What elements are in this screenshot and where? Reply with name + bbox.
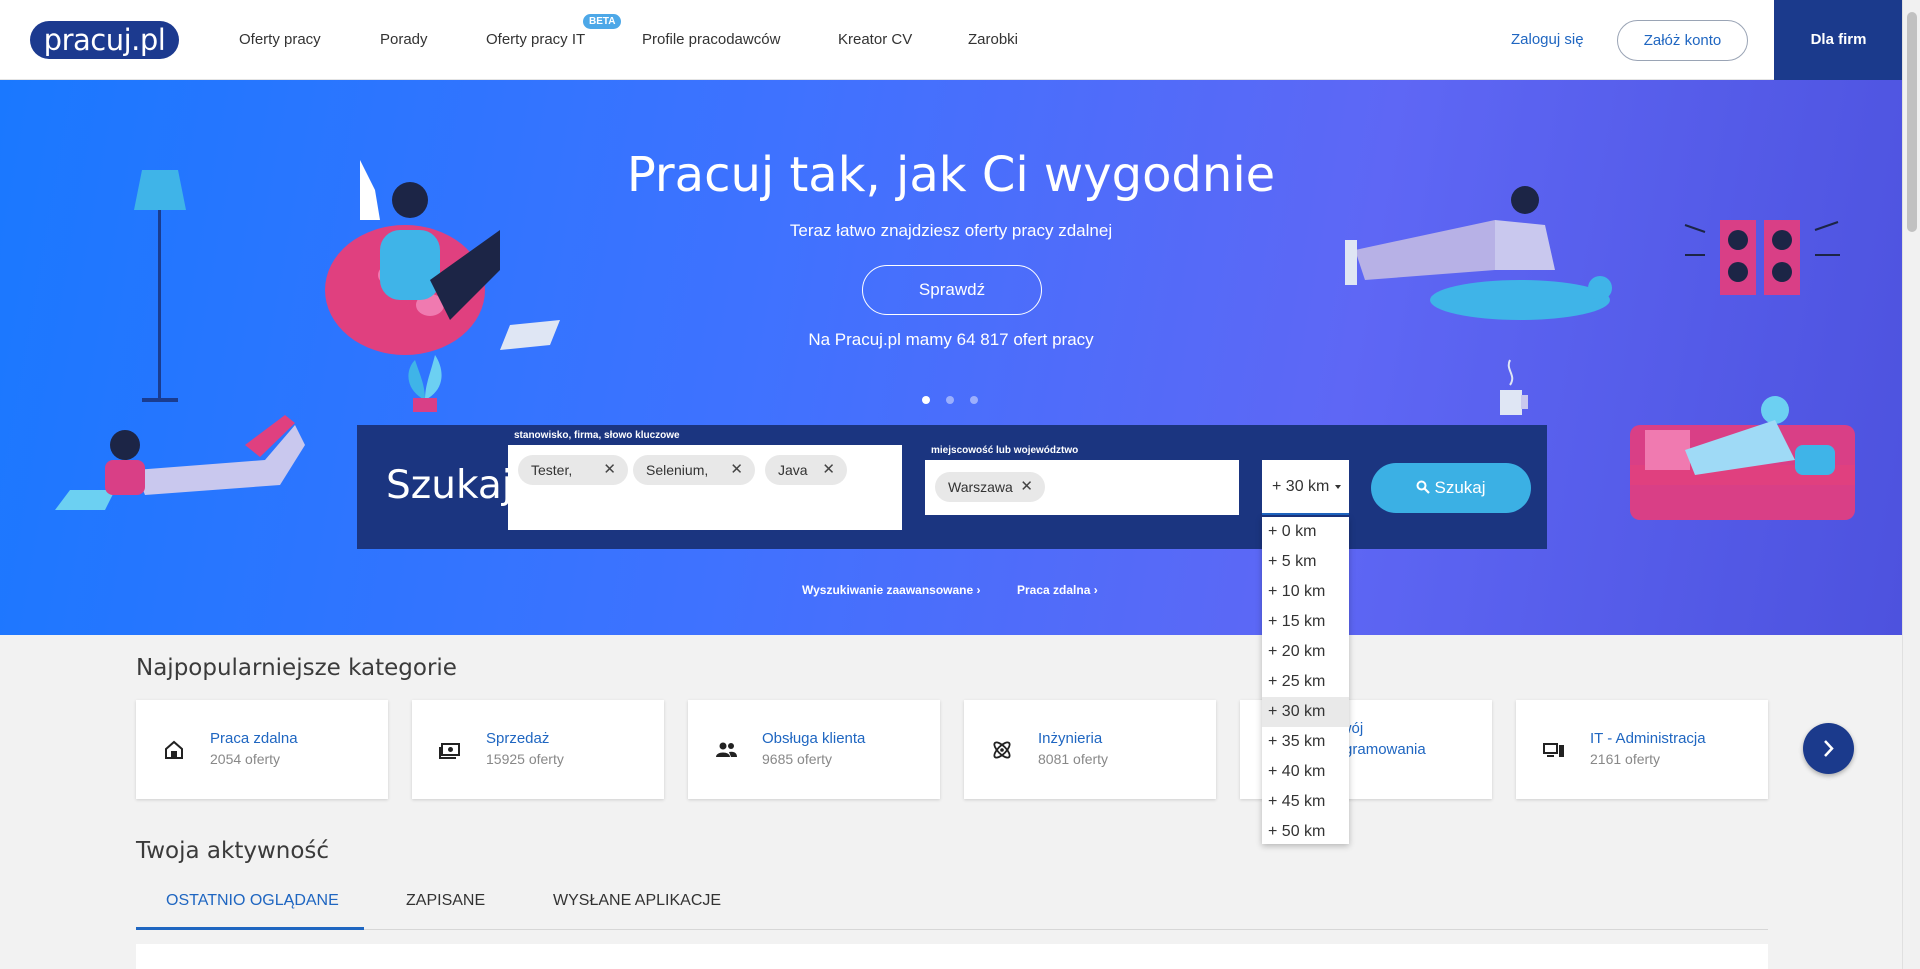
- scrollbar-thumb[interactable]: [1907, 12, 1917, 232]
- distance-option[interactable]: + 20 km: [1262, 637, 1349, 667]
- distance-option[interactable]: + 25 km: [1262, 667, 1349, 697]
- categories-next-button[interactable]: [1803, 723, 1854, 774]
- category-card[interactable]: Inżynieria 8081 oferty: [964, 700, 1216, 799]
- chip-label: Selenium,: [646, 462, 709, 478]
- location-input[interactable]: Warszawa ✕: [925, 460, 1239, 515]
- chevron-down-icon: [1335, 485, 1341, 489]
- category-name: Praca zdalna: [210, 730, 298, 747]
- home-work-icon: [165, 740, 183, 759]
- chip-label: Tester,: [531, 462, 573, 478]
- distance-dropdown: + 0 km + 5 km + 10 km + 15 km + 20 km + …: [1262, 517, 1349, 844]
- category-name: IT - Administracja: [1590, 730, 1706, 747]
- category-count: 2054 oferty: [210, 751, 281, 767]
- search-icon: [1416, 480, 1431, 494]
- remove-chip-icon[interactable]: ✕: [822, 455, 835, 485]
- distance-select[interactable]: + 30 km: [1262, 460, 1349, 515]
- money-icon: [439, 743, 460, 759]
- search-button[interactable]: Szukaj: [1371, 463, 1531, 513]
- chip-label: Warszawa: [948, 479, 1013, 495]
- category-count: 2161 oferty: [1590, 751, 1661, 767]
- tab-sent-applications[interactable]: WYSŁANE APLIKACJE: [553, 892, 721, 910]
- activity-title: Twoja aktywność: [136, 838, 330, 864]
- distance-option[interactable]: + 35 km: [1262, 727, 1349, 757]
- carousel-dot-3[interactable]: [970, 396, 978, 404]
- distance-option[interactable]: + 0 km: [1262, 517, 1349, 547]
- atom-icon: [993, 741, 1011, 759]
- people-icon: [716, 742, 737, 757]
- computer-icon: [1543, 743, 1564, 757]
- keyword-label: stanowisko, firma, słowo kluczowe: [514, 430, 680, 441]
- distance-option[interactable]: + 10 km: [1262, 577, 1349, 607]
- nav-oferty-pracy[interactable]: Oferty pracy: [239, 31, 321, 48]
- keyword-chip: Tester, ✕: [518, 455, 628, 485]
- category-count: 8081 oferty: [1038, 751, 1109, 767]
- chip-label: Java: [778, 462, 808, 478]
- category-count: 15925 oferty: [486, 751, 564, 767]
- remove-chip-icon[interactable]: ✕: [730, 455, 743, 485]
- category-count: 9685 oferty: [762, 751, 833, 767]
- search-button-label: Szukaj: [1434, 478, 1486, 497]
- hero-cta-button[interactable]: Sprawdź: [862, 265, 1042, 315]
- distance-option[interactable]: + 45 km: [1262, 787, 1349, 817]
- person-sofa-illustration: [1630, 396, 1855, 520]
- location-label: miejscowość lub województwo: [931, 445, 1079, 456]
- keyword-input[interactable]: Tester, ✕ Selenium, ✕ Java ✕: [508, 445, 902, 530]
- top-navbar: pracuj.pl Oferty pracy Porady Oferty pra…: [0, 0, 1903, 80]
- remove-chip-icon[interactable]: ✕: [1020, 472, 1033, 502]
- category-name: Obsługa klienta: [762, 730, 866, 747]
- beta-badge: BETA: [583, 14, 622, 29]
- register-button[interactable]: Załóż konto: [1617, 20, 1748, 61]
- nav-profile-pracodawcow[interactable]: Profile pracodawców: [642, 31, 780, 48]
- keyword-chip: Java ✕: [765, 455, 847, 485]
- distance-option[interactable]: + 40 km: [1262, 757, 1349, 787]
- hero-banner: Pracuj tak, jak Ci wygodnie Teraz łatwo …: [0, 80, 1902, 635]
- category-card[interactable]: Sprzedaż 15925 oferty: [412, 700, 664, 799]
- page-scrollbar[interactable]: [1902, 0, 1920, 969]
- nav-oferty-pracy-it[interactable]: Oferty pracy IT: [486, 31, 585, 48]
- category-card[interactable]: Praca zdalna 2054 oferty: [136, 700, 388, 799]
- nav-zarobki[interactable]: Zarobki: [968, 31, 1018, 48]
- person-laptop-illustration: [55, 415, 305, 510]
- mug-illustration: [1500, 359, 1528, 415]
- distance-option[interactable]: + 50 km: [1262, 817, 1349, 847]
- activity-tabs: OSTATNIO OGLĄDANE ZAPISANE WYSŁANE APLIK…: [136, 880, 1768, 930]
- search-panel: Szukaj stanowisko, firma, słowo kluczowe…: [357, 425, 1547, 549]
- activity-content-card: [136, 944, 1768, 969]
- offers-count-text: Na Pracuj.pl mamy 64 817 ofert pracy: [808, 330, 1094, 349]
- remove-chip-icon[interactable]: ✕: [603, 455, 616, 485]
- carousel-dot-2[interactable]: [946, 396, 954, 404]
- search-title: Szukaj: [386, 463, 513, 508]
- chevron-right-icon: [1824, 740, 1834, 757]
- category-card[interactable]: IT - Administracja 2161 oferty: [1516, 700, 1768, 799]
- category-card[interactable]: Obsługa klienta 9685 oferty: [688, 700, 940, 799]
- distance-option[interactable]: + 5 km: [1262, 547, 1349, 577]
- pracuj-logo[interactable]: pracuj.pl: [30, 21, 179, 59]
- remote-work-link[interactable]: Praca zdalna ›: [1017, 583, 1098, 597]
- distance-option-selected[interactable]: + 30 km: [1262, 697, 1349, 727]
- tab-saved[interactable]: ZAPISANE: [406, 892, 485, 910]
- category-name: Sprzedaż: [486, 730, 550, 747]
- category-name: Inżynieria: [1038, 730, 1103, 747]
- login-link[interactable]: Zaloguj się: [1511, 31, 1584, 48]
- location-chip: Warszawa ✕: [935, 472, 1045, 502]
- nav-porady[interactable]: Porady: [380, 31, 428, 48]
- categories-title: Najpopularniejsze kategorie: [136, 655, 457, 681]
- carousel-dot-1[interactable]: [922, 396, 930, 404]
- distance-option[interactable]: + 15 km: [1262, 607, 1349, 637]
- hero-subtitle: Teraz łatwo znajdziesz oferty pracy zdal…: [789, 221, 1113, 240]
- lamp-illustration: [134, 170, 186, 402]
- nav-kreator-cv[interactable]: Kreator CV: [838, 31, 912, 48]
- distance-value: + 30 km: [1272, 478, 1330, 495]
- tab-recently-viewed[interactable]: OSTATNIO OGLĄDANE: [166, 892, 339, 910]
- for-firms-button[interactable]: Dla firm: [1774, 0, 1903, 80]
- advanced-search-link[interactable]: Wyszukiwanie zaawansowane ›: [802, 583, 981, 597]
- active-tab-indicator: [136, 927, 364, 930]
- hero-title: Pracuj tak, jak Ci wygodnie: [626, 147, 1276, 203]
- plant-illustration: [408, 355, 442, 412]
- keyword-chip: Selenium, ✕: [633, 455, 755, 485]
